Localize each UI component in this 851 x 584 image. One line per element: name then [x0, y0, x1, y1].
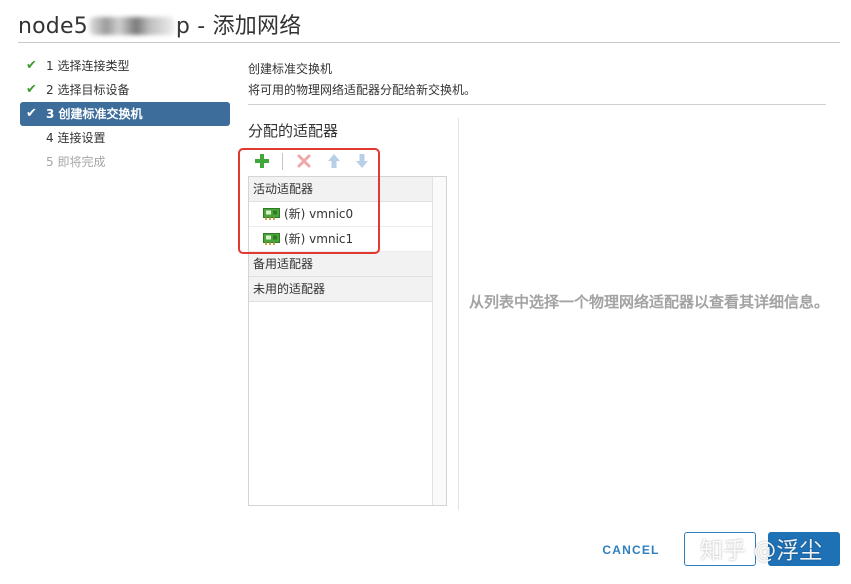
toolbar-separator — [282, 153, 283, 170]
step-create-standard-switch[interactable]: ✔ 3 创建标准交换机 — [20, 102, 230, 126]
step-connection-settings[interactable]: 4 连接设置 — [20, 126, 230, 150]
adapter-row-vmnic1[interactable]: (新) vmnic1 — [249, 227, 432, 252]
check-icon: ✔ — [26, 58, 37, 73]
next-button[interactable] — [768, 532, 840, 566]
add-adapter-button[interactable] — [252, 151, 272, 171]
step-select-connection-type[interactable]: ✔ 1 选择连接类型 — [20, 54, 230, 78]
section-divider — [248, 104, 826, 105]
add-icon — [255, 154, 269, 168]
step-ready-to-complete: 5 即将完成 — [20, 150, 230, 174]
check-icon: ✔ — [26, 106, 37, 121]
adapter-name: (新) vmnic0 — [284, 206, 354, 221]
section-title: 创建标准交换机 — [248, 62, 333, 76]
dialog-title-action: p - 添加网络 — [175, 14, 302, 39]
adapter-toolbar — [252, 151, 380, 173]
group-header-standby: 备用适配器 — [249, 252, 432, 277]
step-label: 选择目标设备 — [57, 83, 130, 97]
cancel-button[interactable]: CANCEL — [596, 538, 666, 562]
section-subtitle: 将可用的物理网络适配器分配给新交换机。 — [248, 83, 477, 97]
adapter-name: (新) vmnic1 — [284, 231, 354, 246]
step-number: 2 — [46, 83, 54, 97]
step-select-target-device[interactable]: ✔ 2 选择目标设备 — [20, 78, 230, 102]
list-scrollbar[interactable] — [432, 177, 446, 505]
network-adapter-icon — [263, 233, 280, 245]
arrow-up-icon — [328, 154, 340, 168]
group-header-unused: 未用的适配器 — [249, 277, 432, 302]
move-up-button[interactable] — [324, 151, 344, 171]
remove-adapter-button[interactable] — [294, 151, 314, 171]
network-adapter-icon — [263, 208, 280, 220]
wizard-steps: ✔ 1 选择连接类型 ✔ 2 选择目标设备 ✔ 3 创建标准交换机 4 连接设置… — [20, 54, 230, 174]
group-header-active: 活动适配器 — [249, 177, 432, 202]
step-number: 3 — [46, 107, 55, 121]
adapter-row-vmnic0[interactable]: (新) vmnic0 — [249, 202, 432, 227]
step-label: 创建标准交换机 — [58, 107, 143, 121]
detail-divider — [458, 118, 459, 510]
adapter-list[interactable]: 活动适配器 (新) vmnic0 (新) vmnic1 备用适配器 未用的适配器 — [248, 176, 447, 506]
dialog-title-host: node5 — [18, 14, 88, 39]
step-label: 选择连接类型 — [57, 59, 130, 73]
redacted-hostname — [88, 17, 175, 35]
step-number: 1 — [46, 59, 54, 73]
title-divider — [18, 42, 840, 43]
step-number: 4 — [46, 131, 54, 145]
move-down-button[interactable] — [352, 151, 372, 171]
arrow-down-icon — [356, 154, 368, 168]
step-number: 5 — [46, 155, 54, 169]
assigned-adapters-heading: 分配的适配器 — [248, 122, 339, 140]
adapter-detail-placeholder: 从列表中选择一个物理网络适配器以查看其详细信息。 — [469, 293, 830, 311]
back-button[interactable] — [684, 532, 756, 566]
remove-icon — [297, 154, 311, 168]
step-label: 即将完成 — [57, 155, 106, 169]
dialog-title: node5 p - 添加网络 — [18, 8, 301, 40]
check-icon: ✔ — [26, 82, 37, 97]
step-label: 连接设置 — [57, 131, 106, 145]
